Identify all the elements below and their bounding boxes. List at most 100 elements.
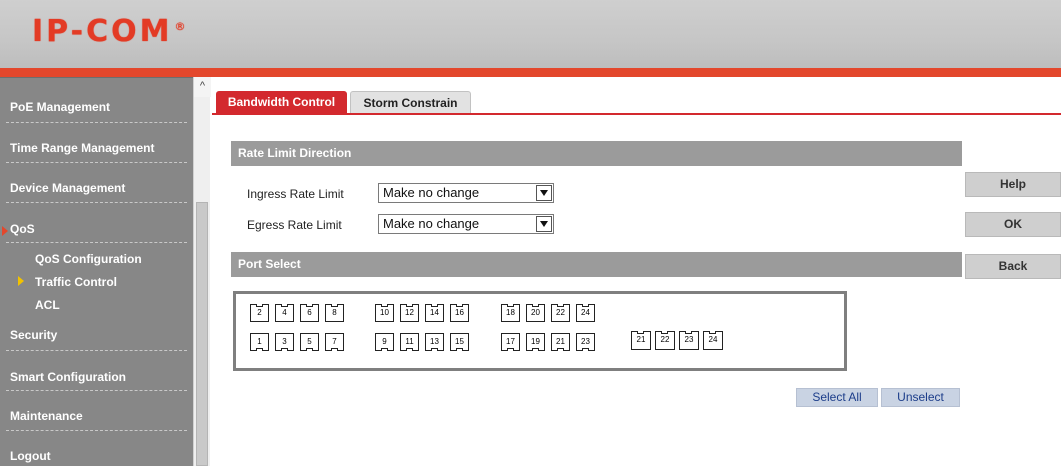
- port-5[interactable]: 5: [300, 333, 319, 351]
- port-select-section-title: Port Select: [231, 252, 962, 277]
- port-jack-icon: [557, 348, 564, 351]
- port-jack-icon: [709, 331, 716, 334]
- port-jack-icon: [306, 348, 313, 351]
- port-number: 21: [556, 337, 565, 346]
- sfp-port-23[interactable]: 23: [679, 331, 699, 350]
- port-jack-icon: [281, 348, 288, 351]
- tab-underline: [212, 113, 1061, 115]
- port-17[interactable]: 17: [501, 333, 520, 351]
- port-22[interactable]: 22: [551, 304, 570, 322]
- select-all-button[interactable]: Select All: [796, 388, 878, 407]
- chevron-down-icon[interactable]: [536, 216, 552, 232]
- sidebar-item-label: Time Range Management: [10, 141, 155, 155]
- port-number: 12: [405, 308, 414, 317]
- sidebar-item-security[interactable]: Security: [0, 316, 193, 348]
- port-jack-icon: [381, 304, 388, 307]
- port-number: 21: [636, 335, 646, 344]
- port-21[interactable]: 21: [551, 333, 570, 351]
- port-2[interactable]: 2: [250, 304, 269, 322]
- sidebar-item-logout[interactable]: Logout: [0, 431, 193, 466]
- port-8[interactable]: 8: [325, 304, 344, 322]
- port-jack-icon: [637, 331, 644, 334]
- port-number: 23: [581, 337, 590, 346]
- port-number: 7: [332, 337, 337, 346]
- active-arrow-icon: [2, 226, 8, 236]
- port-4[interactable]: 4: [275, 304, 294, 322]
- port-number: 18: [506, 308, 515, 317]
- port-15[interactable]: 15: [450, 333, 469, 351]
- port-jack-icon: [456, 348, 463, 351]
- help-button[interactable]: Help: [965, 172, 1061, 197]
- port-number: 9: [382, 337, 387, 346]
- port-jack-icon: [661, 331, 668, 334]
- port-number: 17: [506, 337, 515, 346]
- sidebar-item-time-range-management[interactable]: Time Range Management: [0, 123, 193, 163]
- port-jack-icon: [331, 348, 338, 351]
- port-jack-icon: [532, 348, 539, 351]
- scroll-up-icon[interactable]: ^: [194, 77, 211, 97]
- port-9[interactable]: 9: [375, 333, 394, 351]
- sidebar-nav: PoE Management Time Range Management Dev…: [0, 77, 193, 466]
- sidebar-item-smart-configuration[interactable]: Smart Configuration: [0, 351, 193, 391]
- port-13[interactable]: 13: [425, 333, 444, 351]
- sidebar-subitem-traffic-control[interactable]: Traffic Control: [0, 273, 193, 291]
- unselect-button[interactable]: Unselect: [881, 388, 960, 407]
- port-24[interactable]: 24: [576, 304, 595, 322]
- port-11[interactable]: 11: [400, 333, 419, 351]
- port-jack-icon: [256, 304, 263, 307]
- header-banner: IP-COM ®: [0, 0, 1061, 68]
- port-7[interactable]: 7: [325, 333, 344, 351]
- port-number: 11: [405, 337, 414, 346]
- port-16[interactable]: 16: [450, 304, 469, 322]
- port-6[interactable]: 6: [300, 304, 319, 322]
- ingress-selected-value: Make no change: [383, 185, 480, 200]
- port-1[interactable]: 1: [250, 333, 269, 351]
- port-jack-icon: [507, 348, 514, 351]
- scroll-thumb[interactable]: [196, 202, 208, 466]
- back-button[interactable]: Back: [965, 254, 1061, 279]
- port-20[interactable]: 20: [526, 304, 545, 322]
- tab-bandwidth-control[interactable]: Bandwidth Control: [216, 91, 347, 113]
- port-3[interactable]: 3: [275, 333, 294, 351]
- ok-button[interactable]: OK: [965, 212, 1061, 237]
- port-23[interactable]: 23: [576, 333, 595, 351]
- port-14[interactable]: 14: [425, 304, 444, 322]
- ingress-rate-limit-select[interactable]: Make no change: [378, 183, 554, 203]
- sfp-port-24[interactable]: 24: [703, 331, 723, 350]
- port-10[interactable]: 10: [375, 304, 394, 322]
- sidebar-item-poe-management[interactable]: PoE Management: [0, 78, 193, 118]
- port-number: 22: [660, 335, 670, 344]
- tab-storm-constrain[interactable]: Storm Constrain: [350, 91, 471, 113]
- active-arrow-icon: [18, 276, 24, 286]
- sidebar-divider: [6, 242, 187, 243]
- port-number: 24: [581, 308, 590, 317]
- port-jack-icon: [582, 304, 589, 307]
- port-number: 15: [455, 337, 464, 346]
- port-jack-icon: [406, 348, 413, 351]
- egress-rate-limit-label: Egress Rate Limit: [247, 218, 342, 232]
- sidebar-scrollbar[interactable]: ^: [193, 77, 211, 466]
- port-jack-icon: [431, 348, 438, 351]
- sidebar-subitem-acl[interactable]: ACL: [0, 296, 193, 314]
- sidebar-subitem-qos-configuration[interactable]: QoS Configuration: [0, 250, 193, 268]
- port-number: 8: [332, 308, 337, 317]
- egress-selected-value: Make no change: [383, 216, 480, 231]
- sfp-port-21[interactable]: 21: [631, 331, 651, 350]
- sidebar-item-maintenance[interactable]: Maintenance: [0, 391, 193, 431]
- egress-rate-limit-select[interactable]: Make no change: [378, 214, 554, 234]
- port-jack-icon: [381, 348, 388, 351]
- sidebar-item-device-management[interactable]: Device Management: [0, 163, 193, 203]
- port-jack-icon: [406, 304, 413, 307]
- chevron-down-icon[interactable]: [536, 185, 552, 201]
- port-18[interactable]: 18: [501, 304, 520, 322]
- port-number: 22: [556, 308, 565, 317]
- port-number: 3: [282, 337, 287, 346]
- port-jack-icon: [431, 304, 438, 307]
- port-19[interactable]: 19: [526, 333, 545, 351]
- port-jack-icon: [582, 348, 589, 351]
- port-12[interactable]: 12: [400, 304, 419, 322]
- sfp-port-22[interactable]: 22: [655, 331, 675, 350]
- port-jack-icon: [557, 304, 564, 307]
- sidebar-item-qos[interactable]: QoS: [0, 203, 193, 243]
- port-number: 20: [531, 308, 540, 317]
